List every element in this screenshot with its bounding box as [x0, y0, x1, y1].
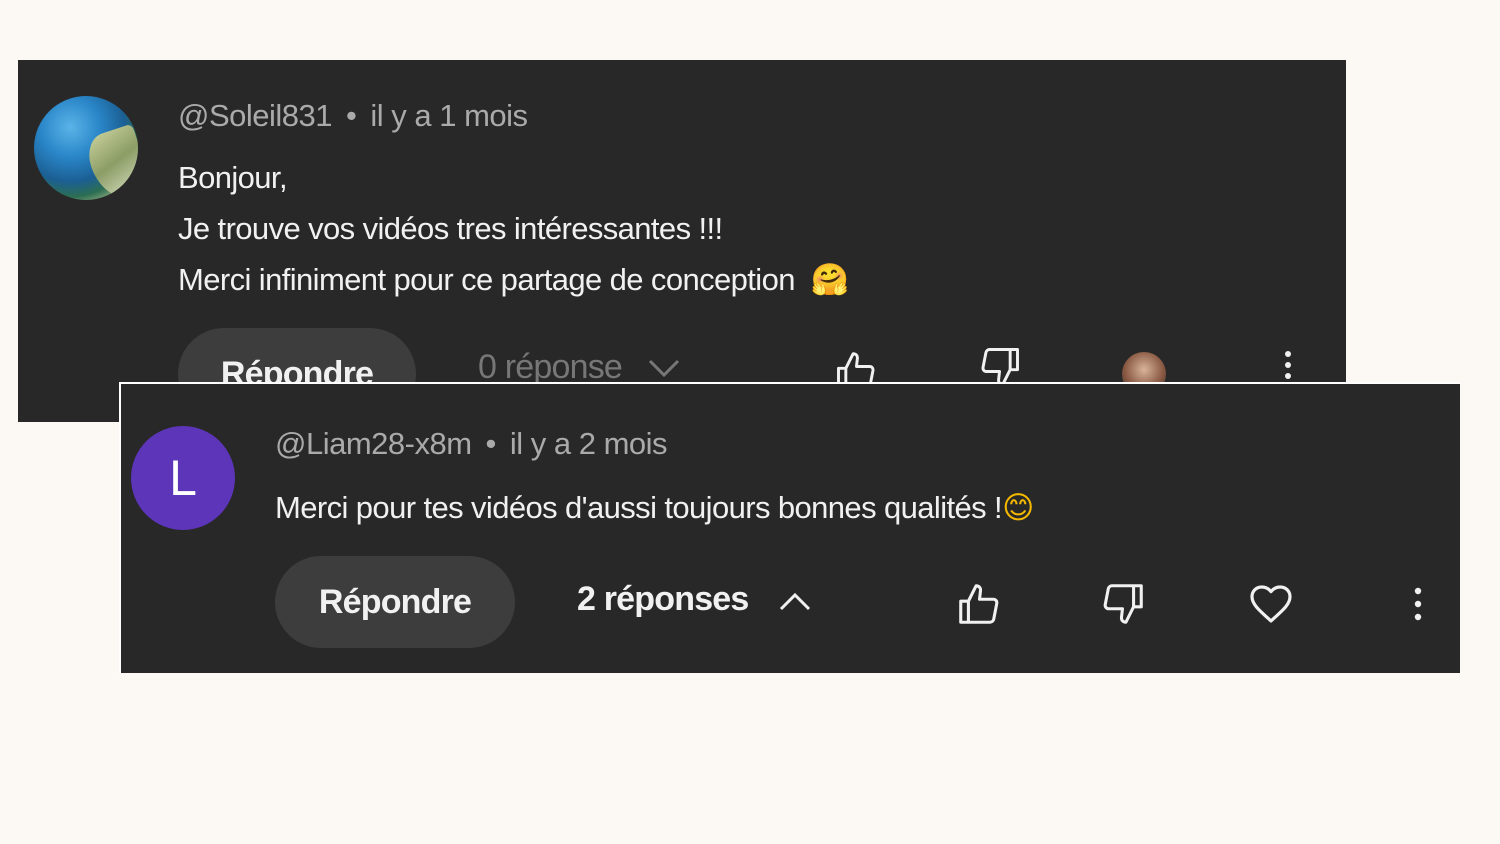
replies-toggle[interactable]: 2 réponses — [577, 580, 815, 619]
comment-time[interactable]: il y a 1 mois — [370, 98, 528, 133]
author-handle[interactable]: @Soleil831 — [178, 98, 333, 133]
more-options-button[interactable] — [1273, 350, 1303, 380]
reply-button[interactable]: Répondre — [275, 556, 515, 648]
comment-line: Merci infiniment pour ce partage de conc… — [178, 262, 795, 297]
comment-text: Bonjour, Je trouve vos vidéos tres intér… — [178, 152, 850, 305]
comment-card-2: L @Liam28-x8m • il y a 2 mois Merci pour t… — [119, 382, 1460, 673]
replies-count: 2 réponses — [577, 580, 749, 618]
dislike-button[interactable] — [1099, 578, 1149, 628]
comment-time[interactable]: il y a 2 mois — [510, 426, 668, 461]
comment-text: Merci pour tes vidéos d'aussi toujours b… — [275, 482, 1034, 533]
smiling-emoji-icon: 😊 — [1002, 490, 1034, 526]
author-handle[interactable]: @Liam28-x8m — [275, 426, 472, 461]
thumbs-up-icon — [959, 584, 999, 624]
avatar[interactable]: L — [131, 426, 235, 530]
hugging-emoji-icon: 🤗 — [810, 262, 850, 298]
comment-line: Je trouve vos vidéos tres intéressantes … — [178, 211, 723, 246]
dislike-button[interactable] — [976, 346, 1026, 386]
heart-button[interactable] — [1245, 578, 1297, 630]
comment-card-1: @Soleil831 • il y a 1 mois Bonjour, Je tro… — [18, 60, 1346, 422]
chevron-down-icon — [648, 359, 680, 377]
comment-meta: @Liam28-x8m • il y a 2 mois — [275, 426, 668, 461]
thumbs-down-icon — [1103, 584, 1143, 624]
heart-icon — [1250, 585, 1292, 623]
comment-line: Merci pour tes vidéos d'aussi toujours b… — [275, 490, 1003, 525]
like-button[interactable] — [953, 580, 1003, 630]
chevron-up-icon — [779, 592, 810, 610]
comment-line: Bonjour, — [178, 160, 288, 195]
avatar[interactable] — [34, 96, 138, 200]
more-vertical-icon — [1414, 587, 1422, 621]
comment-meta: @Soleil831 • il y a 1 mois — [178, 98, 528, 133]
more-vertical-icon — [1285, 351, 1291, 379]
more-options-button[interactable] — [1403, 586, 1433, 622]
